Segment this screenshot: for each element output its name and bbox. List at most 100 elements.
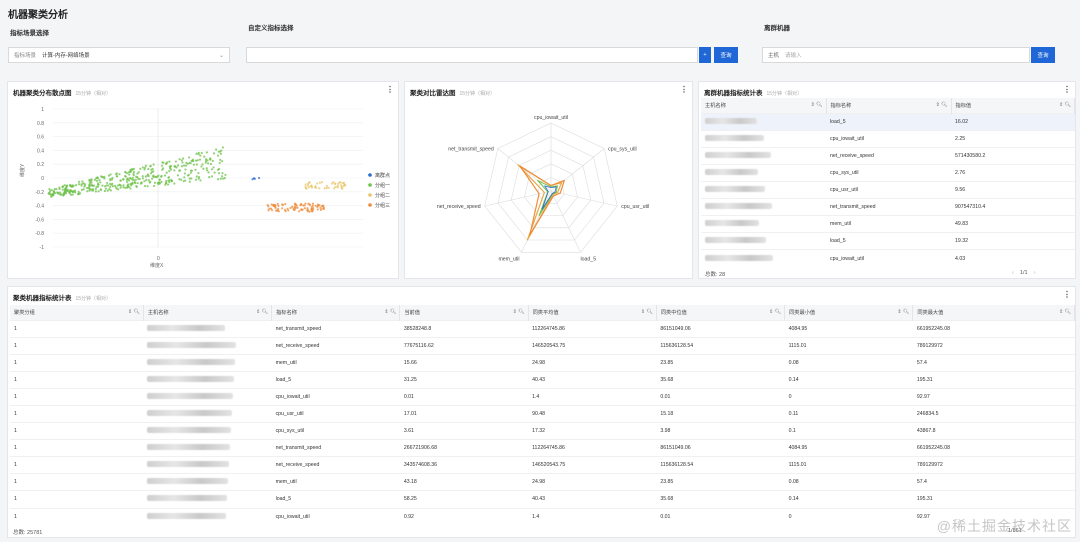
scatter-point xyxy=(219,152,223,155)
scatter-point xyxy=(141,166,144,169)
cell: 17.01 xyxy=(399,404,529,423)
table-row[interactable]: 1 cpu_iowait_util 0.01 1.4 0.01 0 92.97 xyxy=(10,387,1075,406)
col-header[interactable]: 同类最小值 ⇕ 🔍︎ xyxy=(784,305,914,320)
scatter-point xyxy=(111,185,115,188)
scatter-point xyxy=(333,182,337,185)
sort-search-icon[interactable]: ⇕ 🔍︎ xyxy=(384,309,396,315)
table-row[interactable]: 1 net_transmit_speed 38528248.8 112264745.8… xyxy=(10,319,1075,338)
table-row[interactable]: 1 load_5 58.25 40.43 35.68 0.14 195.31 xyxy=(10,490,1075,509)
scatter-point xyxy=(192,163,196,166)
scatter-point xyxy=(252,177,256,180)
scatter-point xyxy=(65,184,69,187)
table-row[interactable]: load_5 19.32 xyxy=(701,232,1075,250)
col-value[interactable]: 指标值 ⇕ 🔍︎ xyxy=(951,98,1075,113)
scatter-point xyxy=(198,158,202,161)
col-header[interactable]: 主机名称 ⇕ 🔍︎ xyxy=(143,305,273,320)
scatter-point xyxy=(136,181,139,185)
col-header[interactable]: 当前值 ⇕ 🔍︎ xyxy=(399,305,529,320)
table-row[interactable]: 1 net_receive_speed 77675116.62 146520543.7… xyxy=(10,336,1075,355)
table-row[interactable]: cpu_iowait_util 2.25 xyxy=(701,129,1075,148)
cell: 77675116.62 xyxy=(399,336,529,355)
scatter-point xyxy=(205,167,208,170)
host-cell xyxy=(701,163,826,182)
group-cell: 1 xyxy=(10,490,144,509)
table-row[interactable]: mem_util 49.83 xyxy=(701,215,1075,233)
radar-indicator-label: cpu_iowait_util xyxy=(534,115,568,121)
scatter-point xyxy=(141,177,144,180)
more-icon[interactable]: ⋮ xyxy=(1063,85,1071,94)
scatter-point xyxy=(320,205,323,208)
col-header[interactable]: 指标名称 ⇕ 🔍︎ xyxy=(271,305,401,320)
scatter-point xyxy=(215,148,218,151)
value-cell: 19.32 xyxy=(951,232,1075,250)
table-row[interactable]: 1 mem_util 15.66 24.98 23.85 0.08 57.4 xyxy=(10,353,1075,372)
col-metric[interactable]: 指标名称 ⇕ 🔍︎ xyxy=(826,98,952,113)
table-row[interactable]: net_transmit_speed 907547310.4 xyxy=(701,197,1075,216)
host-filter-input[interactable]: 主机 请输入 xyxy=(762,47,1030,63)
table-row[interactable]: 1 cpu_usr_util 17.01 90.48 15.18 0.11 246834.5 xyxy=(10,404,1075,423)
col-header[interactable]: 聚类分组 ⇕ 🔍︎ xyxy=(10,305,144,320)
scene-select[interactable]: 指标场景 计算-内存-网络场景 ⌄ xyxy=(8,47,230,63)
scatter-point xyxy=(286,207,289,210)
sort-search-icon[interactable]: ⇕ 🔍︎ xyxy=(256,309,268,315)
scatter-point xyxy=(50,195,53,198)
table-row[interactable]: 1 net_receive_speed 343574608.36 146520543.… xyxy=(10,456,1075,474)
sort-search-icon[interactable]: ⇕ 🔍︎ xyxy=(513,309,525,315)
sort-search-icon[interactable]: ⇕ 🔍︎ xyxy=(128,309,140,315)
col-header[interactable]: 同类中位值 ⇕ 🔍︎ xyxy=(656,305,786,320)
scatter-point xyxy=(143,180,146,183)
scatter-point xyxy=(148,181,151,184)
group-cell: 1 xyxy=(10,387,144,406)
sort-search-icon[interactable]: ⇕ 🔍︎ xyxy=(1059,309,1071,315)
scatter-point xyxy=(131,178,134,181)
sort-search-icon[interactable]: ⇕ 🔍︎ xyxy=(769,309,781,315)
scatter-point xyxy=(129,187,132,190)
scatter-point xyxy=(154,175,157,179)
table-row[interactable]: 1 load_5 31.25 40.43 35.68 0.14 195.31 xyxy=(10,370,1075,389)
cell: 146520543.75 xyxy=(528,456,657,474)
table-row[interactable]: cpu_iowait_util 4.03 xyxy=(701,249,1075,267)
table-row[interactable]: 1 cpu_iowait_util 0.92 1.4 0.01 0 92.97 xyxy=(10,507,1075,525)
group-cell: 1 xyxy=(10,422,144,440)
scatter-point xyxy=(139,167,142,170)
table-row[interactable]: cpu_sys_util 2.76 xyxy=(701,163,1075,182)
table-row[interactable]: 1 mem_util 43.18 24.98 23.85 0.08 57.4 xyxy=(10,473,1075,491)
scatter-point xyxy=(194,168,197,171)
more-icon[interactable]: ⋮ xyxy=(1063,290,1071,299)
sort-search-icon[interactable]: ⇕ 🔍︎ xyxy=(897,309,909,315)
scatter-point xyxy=(209,162,213,166)
value-cell: 49.83 xyxy=(951,215,1075,233)
col-host[interactable]: 主机名称 ⇕ 🔍︎ xyxy=(701,98,827,113)
scatter-point xyxy=(134,178,137,181)
radar-indicator-label: load_5 xyxy=(581,256,597,262)
scatter-point xyxy=(104,187,108,190)
scatter-point xyxy=(220,149,223,152)
scatter-point xyxy=(77,190,80,193)
cell: 40.43 xyxy=(528,370,657,389)
sort-search-icon[interactable]: ⇕ 🔍︎ xyxy=(936,102,948,108)
sort-search-icon[interactable]: ⇕ 🔍︎ xyxy=(641,309,653,315)
table-row[interactable]: cpu_usr_util 9.56 xyxy=(701,180,1075,199)
table-row[interactable]: 1 net_transmit_speed 266721906.68 112264745… xyxy=(10,439,1075,457)
table-row[interactable]: load_5 16.02 xyxy=(701,112,1075,131)
scatter-point xyxy=(190,177,193,180)
scatter-point xyxy=(103,175,106,178)
col-header[interactable]: 同类平均值 ⇕ 🔍︎ xyxy=(528,305,657,320)
scatter-point xyxy=(115,175,118,178)
scatter-point xyxy=(292,207,295,210)
table-row[interactable]: net_receive_speed 571430580.2 xyxy=(701,146,1075,165)
col-header[interactable]: 同类最大值 ⇕ 🔍︎ xyxy=(912,305,1075,320)
scatter-point xyxy=(339,184,343,187)
outlier-pager[interactable]: ‹ 1/1 › xyxy=(1012,270,1036,276)
table-row[interactable]: 1 cpu_sys_util 3.61 17.32 3.98 0.1 43867.8 xyxy=(10,422,1075,440)
custom-metric-input[interactable] xyxy=(246,47,698,63)
sort-search-icon[interactable]: ⇕ 🔍︎ xyxy=(1059,102,1071,108)
host-query-button[interactable]: 查询 xyxy=(1031,47,1055,63)
scatter-point xyxy=(162,167,165,170)
cell: 17.32 xyxy=(528,422,657,440)
custom-query-button[interactable]: 查询 xyxy=(714,47,738,63)
scatter-point xyxy=(110,178,114,181)
scatter-point xyxy=(277,204,280,207)
sort-search-icon[interactable]: ⇕ 🔍︎ xyxy=(811,102,823,108)
add-metric-button[interactable]: + xyxy=(699,47,711,63)
